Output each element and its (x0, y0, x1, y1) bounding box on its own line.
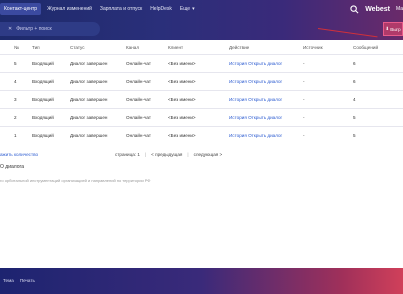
brand-suffix: Ма (395, 6, 403, 12)
dialogs-table: № Тип Статус Канал Клиент Действие Источ… (0, 42, 403, 144)
cell-type: Входящий (32, 53, 70, 72)
footnote-text: го орбитальной инструментаций организаци… (0, 178, 151, 183)
export-button-label: Выгр (390, 26, 401, 32)
brand-logo[interactable]: Webest (365, 6, 390, 13)
nav-contact-center[interactable]: Контакт-центр (0, 3, 42, 15)
cell-client: <Без имени> (168, 53, 229, 72)
cell-status: Диалог завершен (70, 89, 126, 108)
cell-action-link[interactable]: История Открыть диалог (229, 89, 303, 108)
cell-messages: 5 (353, 125, 403, 144)
chevron-down-icon: ▾ (192, 6, 195, 12)
top-nav: Контакт-центр Журнал изменений Зарплата … (0, 0, 403, 18)
cell-num: 5 (0, 53, 32, 72)
cell-num: 4 (0, 71, 32, 90)
footer-theme-link[interactable]: Тема (3, 278, 14, 283)
nav-helpdesk[interactable]: HelpDesk (150, 6, 172, 12)
col-header-action[interactable]: Действие (229, 42, 303, 54)
col-header-num[interactable]: № (0, 42, 32, 54)
pagination: ажить количество страница: 1 | < предыду… (0, 148, 403, 160)
cell-client: <Без имени> (168, 71, 229, 90)
section-title: О диалога (0, 164, 25, 170)
show-count-link[interactable]: ажить количество (0, 152, 38, 157)
export-button[interactable]: ⬇ Выгр (383, 22, 403, 36)
filter-placeholder: Фильтр + поиск (16, 26, 52, 32)
cell-messages: 5 (353, 107, 403, 126)
cell-action-link[interactable]: История Открыть диалог (229, 125, 303, 144)
cell-status: Диалог завершен (70, 125, 126, 144)
cell-action-link[interactable]: История Открыть диалог (229, 107, 303, 126)
right-nav: Webest Ма (350, 0, 403, 18)
table-row[interactable]: 2 Входящий Диалог завершен Онлайн-чат <Б… (0, 107, 403, 126)
table-header-row: № Тип Статус Канал Клиент Действие Источ… (0, 42, 403, 54)
col-header-channel[interactable]: Канал (126, 42, 168, 54)
cell-type: Входящий (32, 107, 70, 126)
cell-source: - (303, 125, 353, 144)
nav-more[interactable]: Еще ▾ (180, 6, 195, 12)
filter-bar: ✕ Фильтр + поиск ⬇ Выгр (0, 18, 403, 40)
cell-client: <Без имени> (168, 107, 229, 126)
cell-status: Диалог завершен (70, 53, 126, 72)
col-header-messages[interactable]: Сообщений (353, 42, 403, 54)
table-row[interactable]: 3 Входящий Диалог завершен Онлайн-чат <Б… (0, 89, 403, 108)
cell-num: 1 (0, 125, 32, 144)
cell-status: Диалог завершен (70, 71, 126, 90)
cell-client: <Без имени> (168, 125, 229, 144)
search-icon[interactable] (350, 4, 359, 14)
cell-status: Диалог завершен (70, 107, 126, 126)
x-icon[interactable]: ✕ (8, 26, 12, 32)
cell-channel: Онлайн-чат (126, 89, 168, 108)
cell-source: - (303, 89, 353, 108)
footer: Тема Печать (0, 268, 403, 294)
col-header-status[interactable]: Статус (70, 42, 126, 54)
cell-num: 3 (0, 89, 32, 108)
cell-channel: Онлайн-чат (126, 53, 168, 72)
page-indicator: страница: 1 (115, 151, 140, 157)
prev-page-button[interactable]: < предыдущая (151, 152, 182, 157)
nav-changelog[interactable]: Журнал изменений (47, 6, 92, 12)
footer-links: Тема Печать (3, 278, 35, 283)
nav-more-label: Еще (179, 6, 191, 12)
cell-type: Входящий (32, 89, 70, 108)
cell-source: - (303, 53, 353, 72)
pager-divider: | (144, 151, 147, 157)
cell-action-link[interactable]: История Открыть диалог (229, 71, 303, 90)
main-panel: № Тип Статус Канал Клиент Действие Источ… (0, 40, 403, 268)
col-header-source[interactable]: Источник (303, 42, 353, 54)
cell-channel: Онлайн-чат (126, 125, 168, 144)
pager-controls: страница: 1 | < предыдущая | следующая > (115, 152, 222, 157)
download-icon: ⬇ (385, 26, 390, 31)
cell-messages: 6 (353, 71, 403, 90)
col-header-client[interactable]: Клиент (168, 42, 229, 54)
footer-print-link[interactable]: Печать (20, 278, 35, 283)
cell-source: - (303, 71, 353, 90)
filter-search-input[interactable]: ✕ Фильтр + поиск (0, 22, 100, 36)
col-header-type[interactable]: Тип (32, 42, 70, 54)
pager-divider: | (187, 151, 189, 157)
cell-num: 2 (0, 107, 32, 126)
cell-type: Входящий (32, 71, 70, 90)
cell-channel: Онлайн-чат (126, 107, 168, 126)
table-row[interactable]: 1 Входящий Диалог завершен Онлайн-чат <Б… (0, 125, 403, 144)
next-page-button[interactable]: следующая > (194, 152, 223, 157)
cell-messages: 4 (353, 89, 403, 108)
cell-action-link[interactable]: История Открыть диалог (229, 53, 303, 72)
cell-type: Входящий (32, 125, 70, 144)
nav-salary[interactable]: Зарплата и отпуск (100, 6, 142, 12)
table-row[interactable]: 5 Входящий Диалог завершен Онлайн-чат <Б… (0, 53, 403, 72)
cell-channel: Онлайн-чат (126, 71, 168, 90)
table-row[interactable]: 4 Входящий Диалог завершен Онлайн-чат <Б… (0, 71, 403, 90)
cell-messages: 6 (353, 53, 403, 72)
cell-source: - (303, 107, 353, 126)
annotation-arrow (317, 28, 378, 38)
cell-client: <Без имени> (168, 89, 229, 108)
